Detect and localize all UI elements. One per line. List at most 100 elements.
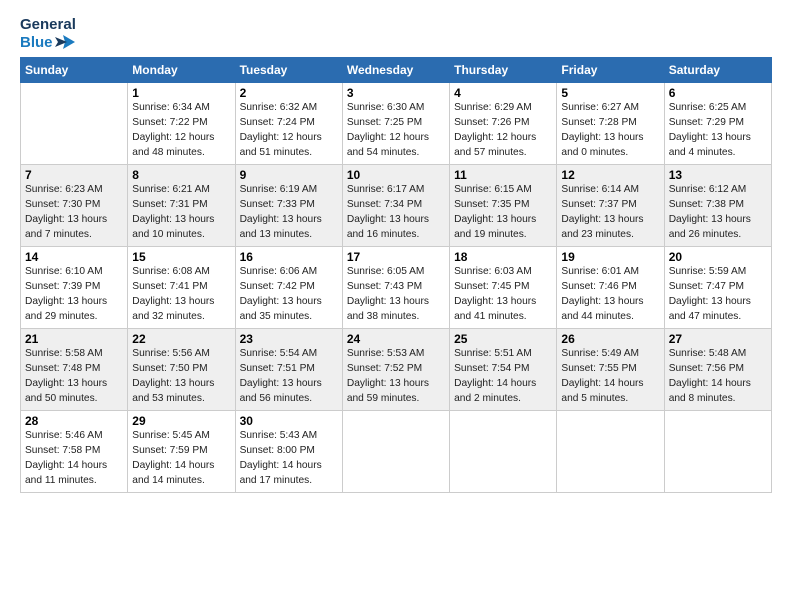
day-number: 21 [25, 332, 123, 346]
calendar-cell-w1-d3: 2 Sunrise: 6:32 AMSunset: 7:24 PMDaylight… [235, 83, 342, 165]
day-number: 30 [240, 414, 338, 428]
day-number: 8 [132, 168, 230, 182]
day-detail: Sunrise: 6:01 AMSunset: 7:46 PMDaylight:… [561, 266, 643, 321]
header-thursday: Thursday [450, 58, 557, 83]
day-detail: Sunrise: 6:27 AMSunset: 7:28 PMDaylight:… [561, 102, 643, 157]
calendar-cell-w3-d2: 15 Sunrise: 6:08 AMSunset: 7:41 PMDayligh… [128, 247, 235, 329]
logo-blue: Blue [20, 34, 53, 51]
day-detail: Sunrise: 6:34 AMSunset: 7:22 PMDaylight:… [132, 102, 214, 157]
day-detail: Sunrise: 6:19 AMSunset: 7:33 PMDaylight:… [240, 184, 322, 239]
day-number: 15 [132, 250, 230, 264]
calendar-cell-w4-d4: 24 Sunrise: 5:53 AMSunset: 7:52 PMDayligh… [342, 329, 449, 411]
logo-bird-icon [55, 33, 75, 51]
day-number: 14 [25, 250, 123, 264]
day-detail: Sunrise: 5:58 AMSunset: 7:48 PMDaylight:… [25, 348, 107, 403]
day-number: 22 [132, 332, 230, 346]
calendar-cell-w5-d7 [664, 411, 771, 493]
calendar-cell-w5-d3: 30 Sunrise: 5:43 AMSunset: 8:00 PMDayligh… [235, 411, 342, 493]
calendar-cell-w3-d6: 19 Sunrise: 6:01 AMSunset: 7:46 PMDayligh… [557, 247, 664, 329]
header: General Blue [20, 16, 772, 51]
day-number: 2 [240, 86, 338, 100]
calendar-cell-w3-d7: 20 Sunrise: 5:59 AMSunset: 7:47 PMDayligh… [664, 247, 771, 329]
day-detail: Sunrise: 6:08 AMSunset: 7:41 PMDaylight:… [132, 266, 214, 321]
day-number: 16 [240, 250, 338, 264]
day-detail: Sunrise: 6:12 AMSunset: 7:38 PMDaylight:… [669, 184, 751, 239]
calendar-cell-w4-d6: 26 Sunrise: 5:49 AMSunset: 7:55 PMDayligh… [557, 329, 664, 411]
day-detail: Sunrise: 6:14 AMSunset: 7:37 PMDaylight:… [561, 184, 643, 239]
day-number: 7 [25, 168, 123, 182]
day-detail: Sunrise: 6:05 AMSunset: 7:43 PMDaylight:… [347, 266, 429, 321]
day-detail: Sunrise: 5:51 AMSunset: 7:54 PMDaylight:… [454, 348, 536, 403]
day-detail: Sunrise: 6:30 AMSunset: 7:25 PMDaylight:… [347, 102, 429, 157]
calendar-week-1: 1Sunrise: 6:34 AMSunset: 7:22 PMDaylight… [21, 83, 772, 165]
day-detail: Sunrise: 6:15 AMSunset: 7:35 PMDaylight:… [454, 184, 536, 239]
day-number: 12 [561, 168, 659, 182]
day-detail: Sunrise: 5:48 AMSunset: 7:56 PMDaylight:… [669, 348, 751, 403]
day-detail: Sunrise: 5:49 AMSunset: 7:55 PMDaylight:… [561, 348, 643, 403]
day-number: 23 [240, 332, 338, 346]
calendar-cell-w2-d2: 8 Sunrise: 6:21 AMSunset: 7:31 PMDaylight… [128, 165, 235, 247]
calendar-cell-w4-d2: 22 Sunrise: 5:56 AMSunset: 7:50 PMDayligh… [128, 329, 235, 411]
day-number: 5 [561, 86, 659, 100]
calendar-cell-w1-d2: 1Sunrise: 6:34 AMSunset: 7:22 PMDaylight… [128, 83, 235, 165]
calendar-cell-w2-d3: 9 Sunrise: 6:19 AMSunset: 7:33 PMDaylight… [235, 165, 342, 247]
calendar-cell-w5-d1: 28 Sunrise: 5:46 AMSunset: 7:58 PMDayligh… [21, 411, 128, 493]
header-friday: Friday [557, 58, 664, 83]
calendar-week-3: 14 Sunrise: 6:10 AMSunset: 7:39 PMDayligh… [21, 247, 772, 329]
day-number: 26 [561, 332, 659, 346]
calendar-cell-w3-d1: 14 Sunrise: 6:10 AMSunset: 7:39 PMDayligh… [21, 247, 128, 329]
day-number: 24 [347, 332, 445, 346]
day-number: 4 [454, 86, 552, 100]
header-saturday: Saturday [664, 58, 771, 83]
logo-general: General [20, 16, 76, 33]
calendar-cell-w1-d7: 6Sunrise: 6:25 AMSunset: 7:29 PMDaylight… [664, 83, 771, 165]
day-number: 10 [347, 168, 445, 182]
day-detail: Sunrise: 6:21 AMSunset: 7:31 PMDaylight:… [132, 184, 214, 239]
day-number: 20 [669, 250, 767, 264]
day-detail: Sunrise: 5:56 AMSunset: 7:50 PMDaylight:… [132, 348, 214, 403]
day-detail: Sunrise: 5:45 AMSunset: 7:59 PMDaylight:… [132, 430, 214, 485]
day-number: 25 [454, 332, 552, 346]
day-number: 18 [454, 250, 552, 264]
day-detail: Sunrise: 6:32 AMSunset: 7:24 PMDaylight:… [240, 102, 322, 157]
day-detail: Sunrise: 6:25 AMSunset: 7:29 PMDaylight:… [669, 102, 751, 157]
calendar-cell-w1-d1 [21, 83, 128, 165]
calendar-header-row: SundayMondayTuesdayWednesdayThursdayFrid… [21, 58, 772, 83]
header-wednesday: Wednesday [342, 58, 449, 83]
page-container: General Blue SundayMondayTuesdayWednesda… [0, 0, 792, 503]
day-detail: Sunrise: 5:54 AMSunset: 7:51 PMDaylight:… [240, 348, 322, 403]
day-number: 28 [25, 414, 123, 428]
calendar-cell-w3-d4: 17Sunrise: 6:05 AMSunset: 7:43 PMDayligh… [342, 247, 449, 329]
calendar-cell-w1-d6: 5 Sunrise: 6:27 AMSunset: 7:28 PMDaylight… [557, 83, 664, 165]
header-monday: Monday [128, 58, 235, 83]
calendar-cell-w5-d5 [450, 411, 557, 493]
calendar-cell-w4-d5: 25 Sunrise: 5:51 AMSunset: 7:54 PMDayligh… [450, 329, 557, 411]
day-detail: Sunrise: 6:10 AMSunset: 7:39 PMDaylight:… [25, 266, 107, 321]
day-number: 11 [454, 168, 552, 182]
calendar-cell-w1-d5: 4Sunrise: 6:29 AMSunset: 7:26 PMDaylight… [450, 83, 557, 165]
calendar-week-2: 7Sunrise: 6:23 AMSunset: 7:30 PMDaylight… [21, 165, 772, 247]
day-number: 9 [240, 168, 338, 182]
calendar-cell-w5-d2: 29Sunrise: 5:45 AMSunset: 7:59 PMDayligh… [128, 411, 235, 493]
calendar-cell-w5-d4 [342, 411, 449, 493]
calendar-cell-w2-d6: 12 Sunrise: 6:14 AMSunset: 7:37 PMDayligh… [557, 165, 664, 247]
header-tuesday: Tuesday [235, 58, 342, 83]
day-number: 19 [561, 250, 659, 264]
day-number: 3 [347, 86, 445, 100]
calendar-cell-w2-d1: 7Sunrise: 6:23 AMSunset: 7:30 PMDaylight… [21, 165, 128, 247]
logo: General Blue [20, 16, 76, 51]
calendar-cell-w4-d7: 27Sunrise: 5:48 AMSunset: 7:56 PMDayligh… [664, 329, 771, 411]
header-sunday: Sunday [21, 58, 128, 83]
day-detail: Sunrise: 6:06 AMSunset: 7:42 PMDaylight:… [240, 266, 322, 321]
day-detail: Sunrise: 6:03 AMSunset: 7:45 PMDaylight:… [454, 266, 536, 321]
calendar-week-5: 28 Sunrise: 5:46 AMSunset: 7:58 PMDayligh… [21, 411, 772, 493]
calendar-cell-w2-d5: 11 Sunrise: 6:15 AMSunset: 7:35 PMDayligh… [450, 165, 557, 247]
calendar-cell-w5-d6 [557, 411, 664, 493]
calendar-cell-w3-d5: 18 Sunrise: 6:03 AMSunset: 7:45 PMDayligh… [450, 247, 557, 329]
day-detail: Sunrise: 5:53 AMSunset: 7:52 PMDaylight:… [347, 348, 429, 403]
day-detail: Sunrise: 5:43 AMSunset: 8:00 PMDaylight:… [240, 430, 322, 485]
day-detail: Sunrise: 5:59 AMSunset: 7:47 PMDaylight:… [669, 266, 751, 321]
day-number: 13 [669, 168, 767, 182]
calendar-cell-w4-d3: 23 Sunrise: 5:54 AMSunset: 7:51 PMDayligh… [235, 329, 342, 411]
day-detail: Sunrise: 5:46 AMSunset: 7:58 PMDaylight:… [25, 430, 107, 485]
